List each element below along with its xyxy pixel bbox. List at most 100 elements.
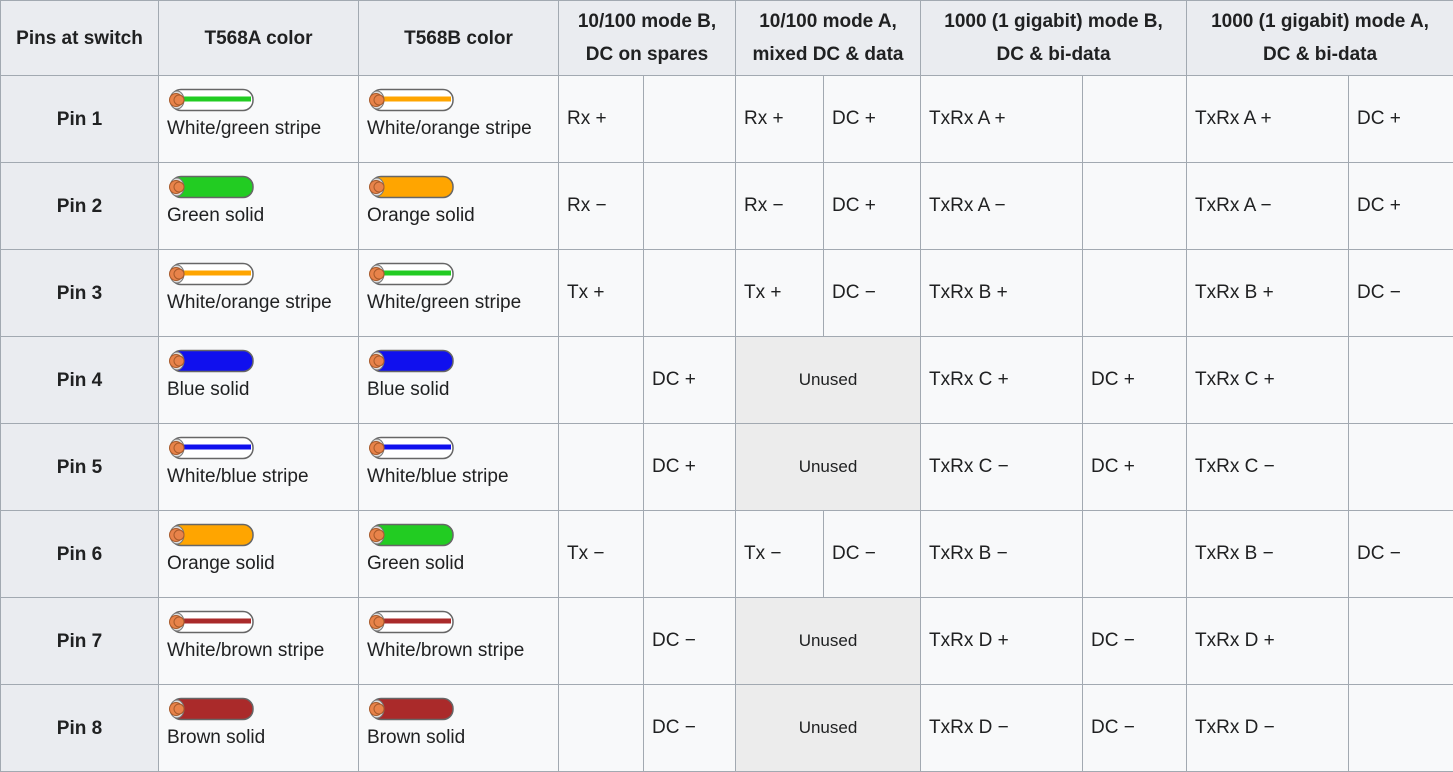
- data-pair-cell: TxRx D +: [1187, 598, 1349, 685]
- table-row: Pin 5 White/blue stripe White/blue stripe D…: [1, 424, 1453, 511]
- header-t568b: T568B color: [359, 1, 559, 76]
- wire-color-label: Blue solid: [167, 379, 249, 400]
- dc-cell: [1349, 685, 1453, 772]
- t568b-color-cell: Brown solid: [359, 685, 559, 772]
- dc-cell: DC −: [824, 250, 921, 337]
- data-pair-cell: Tx −: [736, 511, 824, 598]
- header-t568a: T568A color: [159, 1, 359, 76]
- data-pair-cell: TxRx C +: [1187, 337, 1349, 424]
- dc-cell: [1083, 250, 1187, 337]
- dc-cell: DC +: [644, 424, 736, 511]
- unused-cell: Unused: [736, 685, 921, 772]
- pin-label: Pin 2: [1, 163, 159, 250]
- t568b-color-cell: Blue solid: [359, 337, 559, 424]
- unused-cell: Unused: [736, 337, 921, 424]
- pin-label: Pin 3: [1, 250, 159, 337]
- dc-cell: DC −: [1083, 685, 1187, 772]
- wire-color-label: White/orange stripe: [367, 118, 532, 139]
- wire-color-label: Orange solid: [167, 553, 275, 574]
- wire-icon: [167, 262, 350, 286]
- t568b-color-cell: Green solid: [359, 511, 559, 598]
- data-pair-cell: TxRx A +: [1187, 76, 1349, 163]
- header-row: Pins at switch T568A color T568B color 1…: [1, 1, 1453, 76]
- table-row: Pin 4Blue solidBlue solidDC +UnusedTxRx …: [1, 337, 1453, 424]
- dc-cell: DC +: [1349, 163, 1453, 250]
- dc-cell: DC +: [1083, 424, 1187, 511]
- dc-cell: [644, 163, 736, 250]
- pin-label: Pin 4: [1, 337, 159, 424]
- wire-icon: [367, 175, 550, 199]
- pin-label: Pin 5: [1, 424, 159, 511]
- dc-cell: DC +: [1349, 76, 1453, 163]
- data-pair-cell: [559, 685, 644, 772]
- wire-color-label: White/blue stripe: [367, 466, 509, 487]
- data-pair-cell: Rx −: [559, 163, 644, 250]
- table-row: Pin 1White/green stripe White/orange stri…: [1, 76, 1453, 163]
- wire-color-label: White/brown stripe: [367, 640, 524, 661]
- data-pair-cell: TxRx D −: [1187, 685, 1349, 772]
- dc-cell: DC −: [1349, 511, 1453, 598]
- pin-label: Pin 7: [1, 598, 159, 685]
- data-pair-cell: TxRx D +: [921, 598, 1083, 685]
- unused-cell: Unused: [736, 598, 921, 685]
- data-pair-cell: TxRx A −: [921, 163, 1083, 250]
- data-pair-cell: TxRx B −: [921, 511, 1083, 598]
- data-pair-cell: TxRx B +: [1187, 250, 1349, 337]
- dc-cell: [1349, 598, 1453, 685]
- header-pins: Pins at switch: [1, 1, 159, 76]
- dc-cell: [644, 250, 736, 337]
- wire-icon: [167, 697, 350, 721]
- table-row: Pin 6Orange solidGreen solidTx −Tx −DC −…: [1, 511, 1453, 598]
- data-pair-cell: TxRx B +: [921, 250, 1083, 337]
- t568b-color-cell: Orange solid: [359, 163, 559, 250]
- header-10-100-mode-b: 10/100 mode B, DC on spares: [559, 1, 736, 76]
- dc-cell: DC −: [1083, 598, 1187, 685]
- data-pair-cell: TxRx C −: [921, 424, 1083, 511]
- poe-pinout-table: Pins at switch T568A color T568B color 1…: [0, 0, 1453, 772]
- wire-icon: [167, 436, 350, 460]
- header-1000-mode-a: 1000 (1 gigabit) mode A, DC & bi-data: [1187, 1, 1453, 76]
- t568b-color-cell: White/orange stripe: [359, 76, 559, 163]
- wire-color-label: Brown solid: [367, 727, 465, 748]
- t568a-color-cell: White/blue stripe: [159, 424, 359, 511]
- data-pair-cell: [559, 598, 644, 685]
- data-pair-cell: Tx +: [736, 250, 824, 337]
- wire-icon: [167, 610, 350, 634]
- header-10-100-mode-a: 10/100 mode A, mixed DC & data: [736, 1, 921, 76]
- data-pair-cell: Tx +: [559, 250, 644, 337]
- data-pair-cell: [559, 337, 644, 424]
- pin-label: Pin 1: [1, 76, 159, 163]
- dc-cell: [1083, 163, 1187, 250]
- wire-color-label: White/blue stripe: [167, 466, 309, 487]
- dc-cell: DC −: [644, 598, 736, 685]
- data-pair-cell: TxRx C −: [1187, 424, 1349, 511]
- pin-label: Pin 6: [1, 511, 159, 598]
- wire-icon: [167, 523, 350, 547]
- wire-color-label: Green solid: [167, 205, 264, 226]
- dc-cell: [1349, 337, 1453, 424]
- data-pair-cell: Rx +: [736, 76, 824, 163]
- data-pair-cell: Rx −: [736, 163, 824, 250]
- dc-cell: [1083, 511, 1187, 598]
- wire-icon: [167, 88, 350, 112]
- t568a-color-cell: White/brown stripe: [159, 598, 359, 685]
- wire-icon: [367, 436, 550, 460]
- wire-icon: [367, 349, 550, 373]
- t568a-color-cell: Brown solid: [159, 685, 359, 772]
- data-pair-cell: TxRx C +: [921, 337, 1083, 424]
- wire-icon: [367, 610, 550, 634]
- wire-color-label: Brown solid: [167, 727, 265, 748]
- wire-icon: [367, 523, 550, 547]
- t568a-color-cell: Green solid: [159, 163, 359, 250]
- table-row: Pin 8Brown solidBrown solidDC −UnusedTxR…: [1, 685, 1453, 772]
- dc-cell: DC +: [824, 76, 921, 163]
- dc-cell: DC −: [1349, 250, 1453, 337]
- dc-cell: DC +: [824, 163, 921, 250]
- wire-color-label: White/orange stripe: [167, 292, 332, 313]
- dc-cell: DC +: [644, 337, 736, 424]
- t568a-color-cell: White/green stripe: [159, 76, 359, 163]
- wire-color-label: Orange solid: [367, 205, 475, 226]
- data-pair-cell: TxRx A +: [921, 76, 1083, 163]
- dc-cell: DC −: [824, 511, 921, 598]
- t568b-color-cell: White/blue stripe: [359, 424, 559, 511]
